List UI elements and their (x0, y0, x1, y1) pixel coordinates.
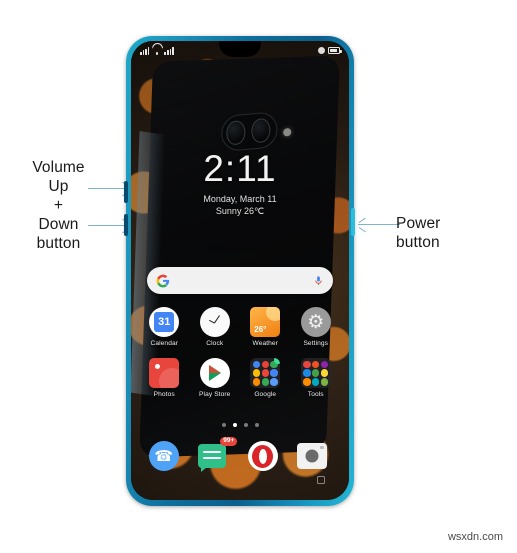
app-folder-tools[interactable]: Tools (292, 358, 340, 398)
volume-down-key[interactable] (124, 214, 128, 236)
google-g-icon (156, 274, 170, 288)
app-label: Play Store (199, 391, 231, 398)
app-settings[interactable]: ⚙ Settings (292, 307, 340, 347)
recents-square-icon[interactable] (317, 476, 325, 484)
app-label: Google (254, 391, 277, 398)
google-search-bar[interactable] (147, 267, 333, 294)
app-calendar[interactable]: 31 Calendar (140, 307, 188, 347)
calendar-day-number: 31 (154, 312, 175, 332)
screenshot-canvas: Volume Up + Down button Power button 2:1… (0, 0, 517, 553)
weather-temperature: 26° (254, 325, 267, 334)
phone-icon: ☎ (148, 441, 179, 471)
app-folder-google[interactable]: Google (241, 358, 289, 398)
battery-icon (328, 47, 342, 54)
app-photos[interactable]: Photos (140, 358, 188, 398)
app-play-store[interactable]: Play Store (191, 358, 239, 398)
clock-weather: Sunny 26℃ (215, 206, 265, 216)
status-bar (131, 43, 349, 58)
page-indicator (131, 423, 349, 427)
phone-screen[interactable]: 2:11 Monday, March 11 Sunny 26℃ 31 Calen… (131, 41, 349, 500)
play-store-icon (199, 358, 230, 388)
messages-badge: 99+ (220, 437, 238, 446)
app-label: Clock (206, 340, 224, 347)
app-label: Tools (307, 391, 324, 398)
folder-icon (300, 358, 331, 388)
wifi-icon (152, 47, 161, 55)
app-label: Calendar (150, 340, 179, 347)
page-dot[interactable] (221, 423, 226, 427)
dock: ☎ 99+ (141, 437, 339, 475)
camera-icon (297, 443, 328, 469)
page-dot-active[interactable] (232, 423, 237, 427)
message-icon (198, 444, 227, 472)
app-label: Settings (303, 340, 329, 347)
dock-phone[interactable]: ☎ (148, 441, 183, 475)
phone-bezel: 2:11 Monday, March 11 Sunny 26℃ 31 Calen… (131, 41, 349, 500)
volume-buttons-label: Volume Up + Down button (32, 159, 85, 252)
gear-icon: ⚙ (300, 307, 331, 337)
app-row-2: Photos Play Store Google Tools (139, 358, 341, 398)
clock-icon (199, 307, 230, 337)
volume-up-key[interactable] (124, 181, 128, 203)
smartphone-device: 2:11 Monday, March 11 Sunny 26℃ 31 Calen… (126, 36, 354, 506)
power-button-label: Power button (396, 215, 441, 251)
app-label: Photos (153, 391, 175, 398)
folder-icon (250, 358, 281, 388)
dock-camera[interactable] (297, 441, 331, 475)
arrow-to-power-button (358, 220, 400, 230)
sim-signal-icon (164, 46, 174, 55)
clock-time: 2:11 (203, 148, 277, 189)
watermark: wsxdn.com (447, 531, 503, 543)
signal-bars-icon (140, 46, 150, 55)
clock-date: Monday, March 11 (203, 194, 277, 204)
calendar-icon: 31 (149, 307, 180, 337)
app-weather[interactable]: 26° Weather (241, 307, 289, 347)
page-dot[interactable] (243, 423, 248, 427)
app-label: Weather (252, 340, 278, 347)
app-grid: 31 Calendar Clock 26° Weather ⚙ Settings… (139, 307, 341, 409)
opera-icon (247, 441, 278, 471)
weather-icon: 26° (250, 307, 281, 337)
app-clock[interactable]: Clock (191, 307, 239, 347)
alarm-icon (318, 47, 325, 54)
photos-icon (149, 358, 180, 388)
power-key[interactable] (351, 208, 355, 236)
page-dot[interactable] (254, 423, 259, 427)
dock-opera[interactable] (247, 441, 282, 475)
clock-widget[interactable]: 2:11 Monday, March 11 Sunny 26℃ (131, 149, 349, 217)
app-row-1: 31 Calendar Clock 26° Weather ⚙ Settings (139, 307, 341, 347)
dock-messages[interactable]: 99+ (198, 437, 238, 475)
microphone-icon[interactable] (313, 274, 324, 288)
